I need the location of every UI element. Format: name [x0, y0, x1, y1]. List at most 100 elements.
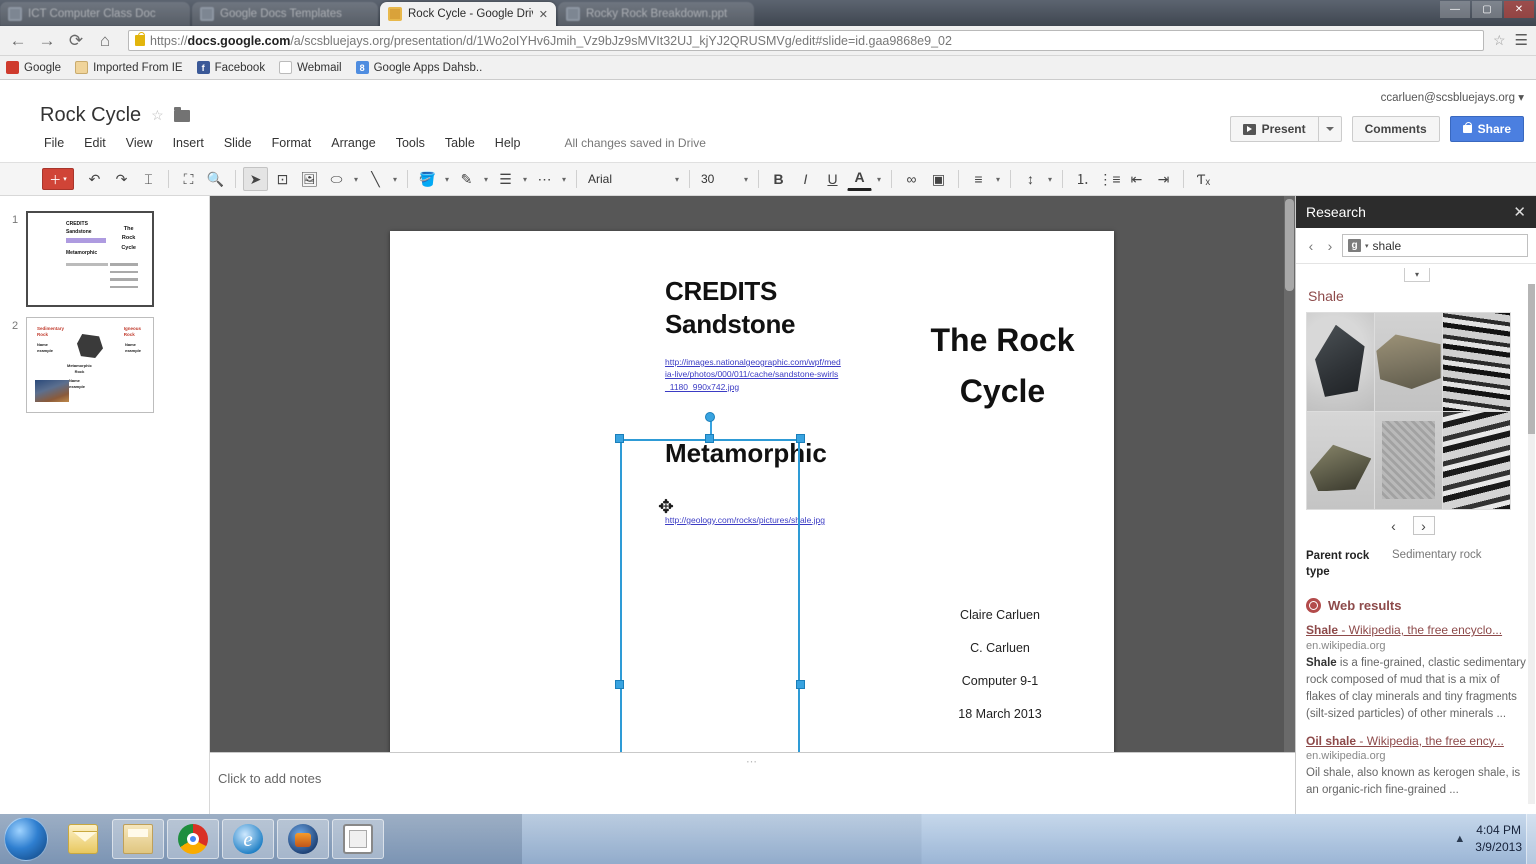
result-title[interactable]: Oil shale - Wikipedia, the free ency...: [1306, 734, 1526, 750]
home-icon[interactable]: ⌂: [95, 31, 115, 51]
account-menu[interactable]: ccarluen@scsbluejays.org ▾: [1381, 90, 1524, 104]
text-box-icon[interactable]: ⊡: [270, 167, 295, 191]
resize-handle-top-right[interactable]: [796, 434, 805, 443]
slide-credits-heading[interactable]: CREDITSSandstone: [665, 275, 795, 340]
research-scrollbar[interactable]: [1528, 284, 1535, 804]
line-color-icon[interactable]: ✎: [454, 167, 479, 191]
slide-thumbnail[interactable]: CREDITSSandstone Metamorphic TheRockCycl…: [26, 211, 154, 307]
tab-close-icon[interactable]: ✕: [539, 8, 548, 21]
line-weight-dropdown-icon[interactable]: ▾: [520, 175, 530, 184]
resize-handle-middle-left[interactable]: [615, 680, 624, 689]
research-search-input[interactable]: g ▾ shale: [1342, 234, 1528, 257]
bold-button[interactable]: B: [766, 167, 791, 191]
present-dropdown-button[interactable]: [1318, 116, 1342, 142]
fill-color-icon[interactable]: 🪣: [415, 167, 440, 191]
web-result-item[interactable]: Oil shale - Wikipedia, the free ency... …: [1306, 734, 1526, 800]
close-window-button[interactable]: ✕: [1504, 1, 1534, 18]
menu-arrange[interactable]: Arrange: [329, 134, 377, 152]
share-button[interactable]: Share: [1450, 116, 1524, 142]
zoom-icon[interactable]: 🔍: [203, 167, 228, 191]
menu-file[interactable]: File: [42, 134, 66, 152]
filmstrip-slide-1[interactable]: 1 CREDITSSandstone Metamorphic TheRockCy…: [0, 206, 209, 312]
slide-title-text[interactable]: The Rock Cycle: [910, 315, 1095, 417]
increase-indent-icon[interactable]: ⇥: [1151, 167, 1176, 191]
taskbar-audio-button[interactable]: [277, 819, 329, 859]
font-family-select[interactable]: Arial: [584, 168, 670, 190]
menu-table[interactable]: Table: [443, 134, 477, 152]
taskbar-mail-button[interactable]: [57, 819, 109, 859]
font-size-dropdown-icon[interactable]: ▾: [741, 175, 751, 184]
research-image-thumbnail[interactable]: [1307, 313, 1374, 411]
comment-icon[interactable]: ▣: [926, 167, 951, 191]
chrome-menu-icon[interactable]: ☰: [1515, 33, 1528, 48]
link-icon[interactable]: ∞: [899, 167, 924, 191]
taskbar-chrome-button[interactable]: [167, 819, 219, 859]
minimize-button[interactable]: —: [1440, 1, 1470, 18]
resize-handle-top-left[interactable]: [615, 434, 624, 443]
menu-view[interactable]: View: [124, 134, 155, 152]
page-title[interactable]: Rock Cycle: [40, 104, 141, 127]
image-next-icon[interactable]: ›: [1413, 516, 1435, 535]
bookmark-webmail[interactable]: Webmail: [279, 61, 342, 74]
bookmark-facebook[interactable]: f Facebook: [197, 61, 266, 74]
address-bar[interactable]: https://docs.google.com/a/scsbluejays.or…: [128, 30, 1484, 51]
menu-insert[interactable]: Insert: [171, 134, 206, 152]
slide-thumbnail[interactable]: SedimentaryRock IgneousRock Nameexample …: [26, 317, 154, 413]
taskbar-clock[interactable]: 4:04 PM 3/9/2013: [1475, 822, 1522, 857]
line-weight-icon[interactable]: ☰: [493, 167, 518, 191]
research-image-thumbnail[interactable]: [1443, 313, 1510, 411]
slide-byline-text[interactable]: Claire Carluen C. Carluen Computer 9-1 1…: [910, 599, 1090, 732]
line-spacing-icon[interactable]: ↕: [1018, 167, 1043, 191]
chevron-down-icon[interactable]: ▾: [1365, 242, 1369, 250]
filmstrip-slide-2[interactable]: 2 SedimentaryRock IgneousRock Nameexampl…: [0, 312, 209, 418]
menu-format[interactable]: Format: [270, 134, 314, 152]
align-dropdown-icon[interactable]: ▾: [993, 175, 1003, 184]
resize-handle-middle-right[interactable]: [796, 680, 805, 689]
underline-button[interactable]: U: [820, 167, 845, 191]
text-color-dropdown-icon[interactable]: ▾: [874, 175, 884, 184]
research-collapse-toggle[interactable]: ▾: [1404, 268, 1430, 282]
canvas-scrollbar[interactable]: [1284, 196, 1295, 814]
browser-tab-2[interactable]: Google Docs Templates: [192, 2, 378, 26]
move-to-folder-icon[interactable]: [174, 110, 190, 122]
decrease-indent-icon[interactable]: ⇤: [1124, 167, 1149, 191]
fill-color-dropdown-icon[interactable]: ▾: [442, 175, 452, 184]
line-icon[interactable]: ╲: [363, 167, 388, 191]
line-dropdown-icon[interactable]: ▾: [390, 175, 400, 184]
bookmark-google-apps[interactable]: 8 Google Apps Dahsb..: [356, 61, 483, 74]
align-icon[interactable]: ≡: [966, 167, 991, 191]
paint-format-icon[interactable]: ⌶: [136, 167, 161, 191]
taskbar-ie-button[interactable]: [222, 819, 274, 859]
show-hidden-icons-icon[interactable]: ▲: [1454, 833, 1465, 845]
browser-tab-1[interactable]: ICT Computer Class Doc: [0, 2, 190, 26]
line-dash-dropdown-icon[interactable]: ▾: [559, 175, 569, 184]
research-forward-icon[interactable]: ›: [1323, 238, 1337, 254]
shape-dropdown-icon[interactable]: ▾: [351, 175, 361, 184]
research-image-thumbnail[interactable]: [1307, 412, 1374, 510]
redo-icon[interactable]: ↷: [109, 167, 134, 191]
clear-formatting-icon[interactable]: Ƭₓ: [1191, 167, 1216, 191]
numbered-list-icon[interactable]: ⒈: [1070, 167, 1095, 191]
font-family-dropdown-icon[interactable]: ▾: [672, 175, 682, 184]
canvas-scrollbar-thumb[interactable]: [1285, 199, 1294, 291]
menu-tools[interactable]: Tools: [394, 134, 427, 152]
shape-icon[interactable]: ⬭: [324, 167, 349, 191]
taskbar-window-button[interactable]: [332, 819, 384, 859]
research-image-thumbnail[interactable]: [1375, 412, 1442, 510]
back-icon[interactable]: ←: [8, 31, 28, 51]
menu-edit[interactable]: Edit: [82, 134, 108, 152]
taskbar-explorer-button[interactable]: [112, 819, 164, 859]
browser-tab-4[interactable]: Rocky Rock Breakdown.ppt: [558, 2, 754, 26]
start-button[interactable]: [4, 817, 48, 861]
research-image-thumbnail[interactable]: [1443, 412, 1510, 510]
resize-handle-top-middle[interactable]: [705, 434, 714, 443]
text-color-button[interactable]: A: [847, 167, 872, 191]
font-size-select[interactable]: 30: [697, 168, 739, 190]
select-tool-icon[interactable]: ➤: [243, 167, 268, 191]
italic-button[interactable]: I: [793, 167, 818, 191]
close-icon[interactable]: ✕: [1513, 203, 1526, 221]
maximize-button[interactable]: ▢: [1472, 1, 1502, 18]
present-button[interactable]: Present: [1230, 116, 1318, 142]
bookmark-imported-from-ie[interactable]: Imported From IE: [75, 61, 182, 74]
line-dash-icon[interactable]: ⋯: [532, 167, 557, 191]
